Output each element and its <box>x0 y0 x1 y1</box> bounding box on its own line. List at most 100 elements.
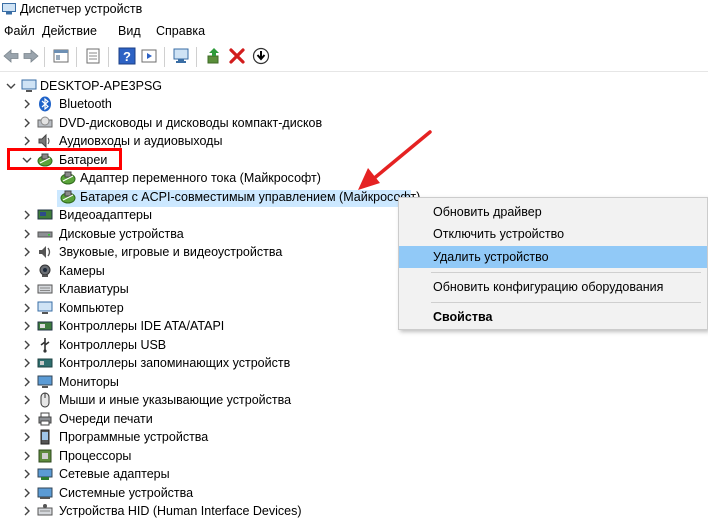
highlight-box-annotation <box>7 148 122 170</box>
menu-help[interactable]: Справка <box>156 24 205 38</box>
tree-item-label: Системные устройства <box>59 485 194 500</box>
expand-chevron-icon[interactable] <box>21 357 33 369</box>
computer-icon <box>21 79 37 92</box>
window-title: Диспетчер устройств <box>20 2 143 16</box>
expand-chevron-icon[interactable] <box>21 209 33 221</box>
tree-category[interactable]: Контроллеры запоминающих устройств <box>0 354 708 372</box>
tree-item-label: Bluetooth <box>59 97 112 111</box>
expand-chevron-icon[interactable] <box>21 135 33 147</box>
tree-category[interactable]: Очереди печати <box>0 410 708 428</box>
expand-chevron-icon[interactable] <box>21 228 33 240</box>
menu-uninstall-device[interactable]: Удалить устройство <box>399 246 707 268</box>
tree-item-label: Клавиатуры <box>59 282 129 296</box>
expand-chevron-icon[interactable] <box>21 413 33 425</box>
expand-chevron-icon[interactable] <box>21 450 33 462</box>
tree-item-label: Компьютер <box>59 300 124 315</box>
update-driver-icon[interactable] <box>205 47 223 65</box>
expand-chevron-icon[interactable] <box>21 376 33 388</box>
tree-item-label: Звуковые, игровые и видеоустройства <box>59 245 283 259</box>
tree-item-label: Видеоадаптеры <box>59 208 152 222</box>
expand-chevron-icon[interactable] <box>21 320 33 332</box>
tree-item-label: Программные устройства <box>59 430 209 444</box>
monitor-icon <box>37 375 53 388</box>
processor-icon <box>38 449 52 462</box>
tree-item-label: DVD-дисководы и дисководы компакт-дисков <box>59 115 323 130</box>
svg-text:?: ? <box>123 49 131 64</box>
forward-arrow-icon[interactable] <box>22 47 40 65</box>
tree-item-label: Мониторы <box>59 374 119 389</box>
camera-icon <box>39 264 51 277</box>
disk-drive-icon <box>37 231 53 237</box>
tree-item-label: Аудиовходы и аудиовыходы <box>59 134 223 148</box>
tree-category[interactable]: Устройства HID (Human Interface Devices) <box>0 502 708 520</box>
tree-item-label: Контроллеры USB <box>59 337 167 352</box>
computer-icon <box>37 301 53 314</box>
tree-category[interactable]: Контроллеры USB <box>0 336 708 354</box>
toolbar: ? <box>0 42 708 72</box>
expand-chevron-icon[interactable] <box>21 302 33 314</box>
device-manager-icon <box>2 3 16 15</box>
remove-device-icon[interactable] <box>228 47 246 65</box>
tree-item-label: Адаптер переменного тока (Майкрософт) <box>80 171 321 185</box>
expand-chevron-icon[interactable] <box>21 283 33 295</box>
tree-category[interactable]: Системные устройства <box>0 484 708 502</box>
menu-view[interactable]: Вид <box>118 24 141 38</box>
properties-icon[interactable] <box>52 47 70 65</box>
menu-scan-hardware-changes[interactable]: Обновить конфигурацию оборудования <box>399 276 707 298</box>
title-bar: Диспетчер устройств <box>0 0 708 20</box>
collapse-chevron-icon[interactable] <box>5 80 17 92</box>
expand-chevron-icon[interactable] <box>21 487 33 499</box>
sound-icon <box>39 246 51 258</box>
tree-item-label: Очереди печати <box>59 411 153 426</box>
tree-item-label: Сетевые адаптеры <box>59 467 170 481</box>
ide-controller-icon <box>37 321 53 331</box>
tree-root[interactable]: DESKTOP-APE3PSG <box>0 77 708 95</box>
expand-chevron-icon[interactable] <box>21 265 33 277</box>
tree-item-label: Камеры <box>59 263 105 278</box>
show-hidden-icon[interactable] <box>84 47 102 65</box>
context-menu: Обновить драйвер Отключить устройство Уд… <box>398 197 708 330</box>
tree-item-label: Контроллеры IDE ATA/ATAPI <box>59 319 225 333</box>
tree-item-label: Устройства HID (Human Interface Devices) <box>59 504 302 518</box>
menu-file[interactable]: Файл <box>4 24 35 38</box>
expand-chevron-icon[interactable] <box>21 98 33 110</box>
tree-category[interactable]: Мыши и иные указывающие устройства <box>0 391 708 409</box>
tree-category[interactable]: Процессоры <box>0 447 708 465</box>
printer-icon <box>38 412 52 425</box>
tree-item-label: Мыши и иные указывающие устройства <box>59 393 292 407</box>
scan-hardware-icon[interactable] <box>172 47 190 65</box>
expand-chevron-icon[interactable] <box>21 246 33 258</box>
menu-properties[interactable]: Свойства <box>399 306 707 328</box>
view-icon[interactable] <box>140 47 158 65</box>
expand-chevron-icon[interactable] <box>21 117 33 129</box>
menu-update-driver[interactable]: Обновить драйвер <box>399 201 707 223</box>
tree-item-label: Дисковые устройства <box>59 226 184 241</box>
annotation-arrow <box>358 130 432 190</box>
software-device-icon <box>40 429 50 445</box>
menu-disable-device[interactable]: Отключить устройство <box>399 223 707 245</box>
hid-icon <box>37 504 53 516</box>
expand-chevron-icon[interactable] <box>21 394 33 406</box>
help-icon[interactable]: ? <box>118 47 136 65</box>
keyboard-icon <box>37 284 53 294</box>
tree-category[interactable]: Мониторы <box>0 373 708 391</box>
mouse-icon <box>40 392 50 408</box>
back-arrow-icon[interactable] <box>2 47 20 65</box>
network-adapter-icon <box>37 468 53 480</box>
menu-action[interactable]: Действие <box>42 24 97 38</box>
expand-chevron-icon[interactable] <box>21 431 33 443</box>
tree-category[interactable]: Сетевые адаптеры <box>0 465 708 483</box>
tree-item-label: DESKTOP-APE3PSG <box>40 79 163 93</box>
tree-item-label: Контроллеры запоминающих устройств <box>59 356 291 370</box>
expand-chevron-icon[interactable] <box>21 468 33 480</box>
expand-chevron-icon[interactable] <box>21 505 33 517</box>
speaker-icon <box>38 133 50 149</box>
tree-category[interactable]: Программные устройства <box>0 428 708 446</box>
tree-item-label: Процессоры <box>59 448 132 463</box>
tree-category[interactable]: Bluetooth <box>0 95 708 113</box>
display-adapter-icon <box>37 209 53 220</box>
system-device-icon <box>37 487 53 499</box>
battery-icon <box>60 190 76 203</box>
install-icon[interactable] <box>252 47 270 65</box>
expand-chevron-icon[interactable] <box>21 339 33 351</box>
